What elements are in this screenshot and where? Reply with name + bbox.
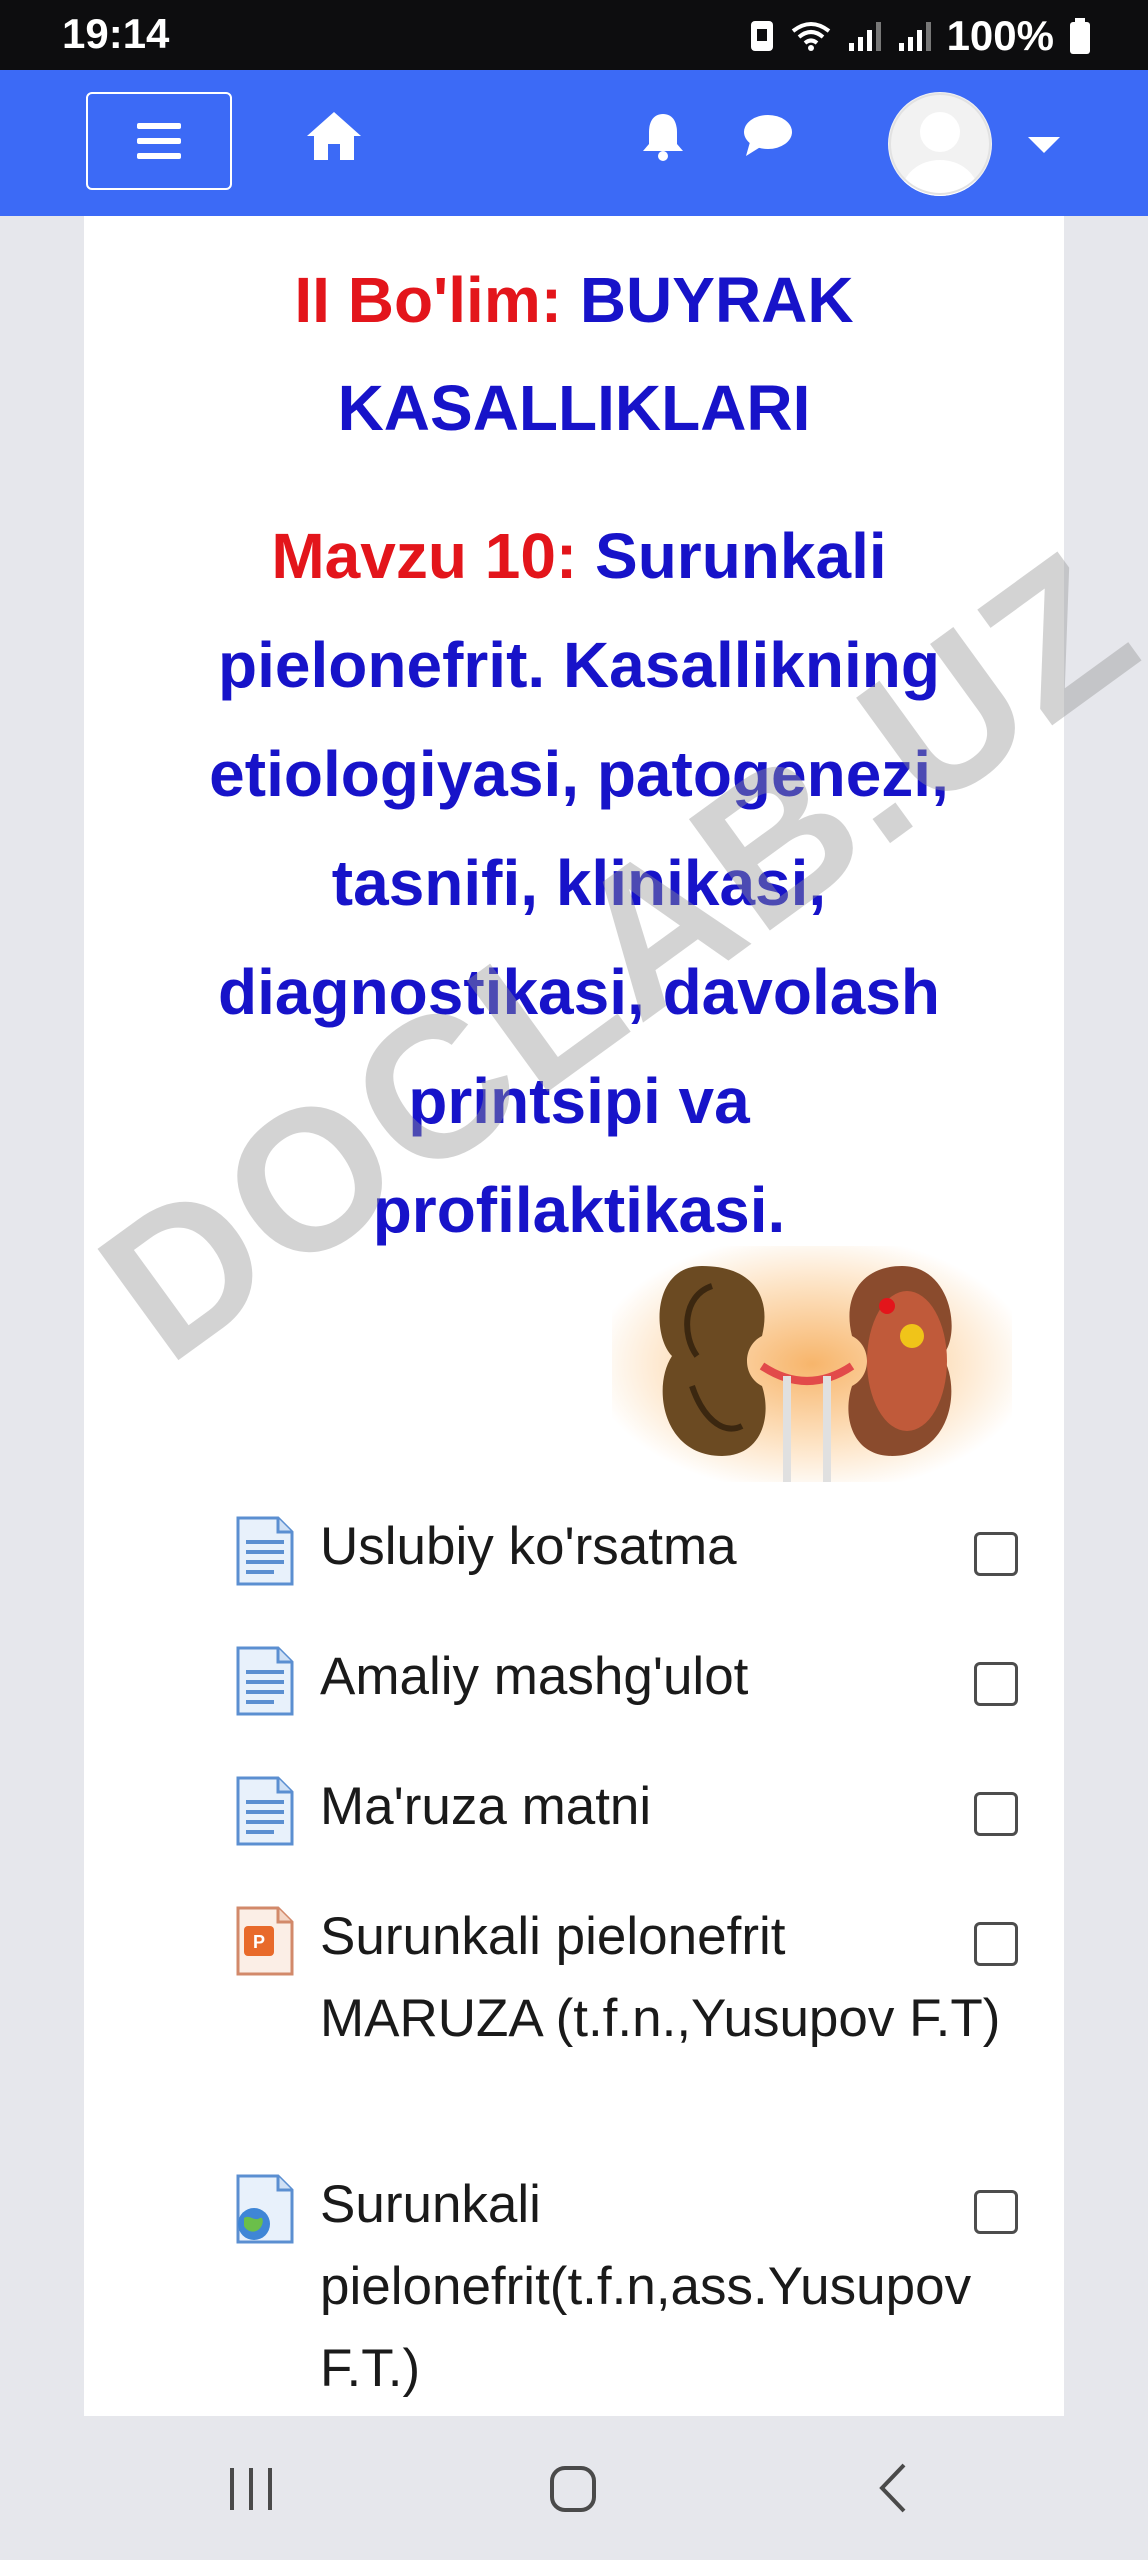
section-heading: II Bo'lim: BUYRAK KASALLIKLARI (84, 246, 1064, 462)
system-nav-bar (0, 2416, 1148, 2560)
user-icon (889, 93, 991, 196)
bell-icon[interactable] (640, 110, 686, 162)
home-icon[interactable] (305, 110, 363, 162)
hamburger-icon (137, 123, 181, 159)
status-icons: 100% (749, 12, 1092, 60)
resource-link[interactable]: Ma'ruza matni (320, 1766, 1020, 1848)
section-prefix: II Bo'lim: (294, 264, 563, 336)
completion-checkbox[interactable] (974, 1792, 1018, 1836)
signal-2-icon (898, 22, 931, 51)
battery-percent: 100% (946, 12, 1054, 59)
resource-link[interactable]: Surunkali pielonefrit MARUZA (t.f.n.,Yus… (320, 1896, 1020, 2060)
powerpoint-icon: P (236, 1906, 294, 1976)
menu-button[interactable] (86, 92, 232, 190)
signal-1-icon (848, 22, 881, 51)
topic-title: Surunkali pielonefrit. Kasallikning etio… (209, 520, 949, 1246)
kidney-illustration (612, 1246, 1012, 1482)
course-section-card: II Bo'lim: BUYRAK KASALLIKLARI Mavzu 10:… (84, 216, 1064, 2416)
topic-prefix: Mavzu 10: (271, 520, 578, 592)
back-icon[interactable] (878, 2462, 908, 2514)
resource-link[interactable]: Surunkali pielonefrit(t.f.n,ass.Yusupov … (320, 2164, 1020, 2410)
recents-icon[interactable] (226, 2466, 276, 2512)
status-time: 19:14 (62, 10, 170, 57)
completion-checkbox[interactable] (974, 1922, 1018, 1966)
resource-link[interactable]: Amaliy mashg'ulot (320, 1636, 1020, 1718)
document-icon (236, 1646, 294, 1716)
completion-checkbox[interactable] (974, 2190, 1018, 2234)
wifi-icon (791, 22, 830, 51)
topic-heading: Mavzu 10: Surunkali pielonefrit. Kasalli… (194, 502, 964, 1265)
svg-text:P: P (253, 1932, 265, 1952)
resource-link[interactable]: Uslubiy ko'rsatma (320, 1506, 1020, 1588)
battery-icon (1070, 18, 1090, 54)
top-navbar (0, 70, 1148, 216)
completion-checkbox[interactable] (974, 1532, 1018, 1576)
avatar[interactable] (888, 92, 992, 196)
status-bar: 19:14 100% (0, 0, 1148, 70)
document-icon (236, 1516, 294, 1586)
home-circle-icon[interactable] (548, 2464, 598, 2514)
caret-down-icon[interactable] (1026, 135, 1062, 155)
completion-checkbox[interactable] (974, 1662, 1018, 1706)
url-globe-icon (236, 2174, 294, 2244)
nfc-icon (750, 21, 773, 51)
chat-icon[interactable] (742, 112, 794, 158)
document-icon (236, 1776, 294, 1846)
